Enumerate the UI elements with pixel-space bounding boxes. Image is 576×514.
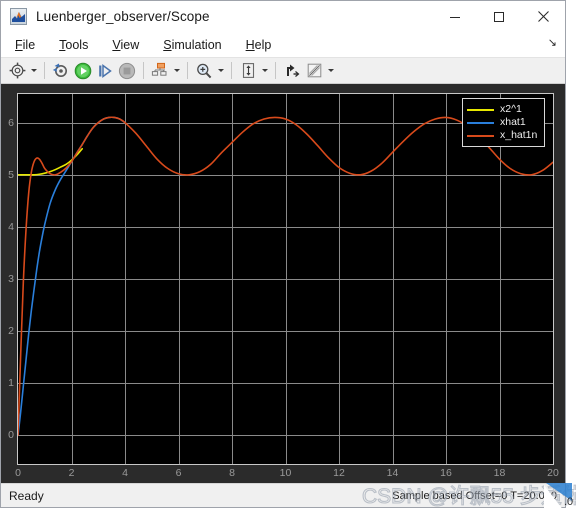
cursor-measurements-icon[interactable] xyxy=(281,60,303,82)
x-tick-label: 4 xyxy=(122,467,128,479)
autoscale-glyph xyxy=(242,63,254,78)
x-tick-label: 16 xyxy=(440,467,452,479)
menu-view[interactable]: View xyxy=(111,37,140,53)
series-paths xyxy=(18,116,553,437)
run-icon[interactable] xyxy=(72,60,94,82)
pencil-ruler-glyph xyxy=(307,63,321,78)
plot-area[interactable] xyxy=(17,93,554,465)
legend-label: xhat1 xyxy=(500,116,526,129)
zoom-caret-icon[interactable] xyxy=(215,60,226,82)
magnifier-plus-glyph xyxy=(197,63,212,78)
x-tick-label: 12 xyxy=(333,467,345,479)
x-tick-label: 2 xyxy=(68,467,75,479)
menu-bar: File Tools View Simulation Help ↘ xyxy=(1,32,565,57)
toolbar-separator-3 xyxy=(187,62,188,79)
y-tick-label: 3 xyxy=(8,273,14,285)
menu-help-rest: elp xyxy=(254,37,272,52)
maximize-button[interactable] xyxy=(477,1,521,32)
minimize-icon xyxy=(450,16,460,18)
window-title: Luenberger_observer/Scope xyxy=(36,9,210,24)
legend-row: xhat1 xyxy=(467,116,537,129)
play-glyph xyxy=(74,62,92,79)
menu-help-mnemonic: H xyxy=(245,37,255,52)
status-bar: Ready Sample based Offset=0 T=20.000 xyxy=(1,483,565,507)
menu-file[interactable]: File xyxy=(14,37,36,53)
x-tick-label: 18 xyxy=(493,467,506,479)
x-tick-label: 0 xyxy=(15,467,21,479)
menu-tools[interactable]: Tools xyxy=(58,37,89,53)
menu-overflow-arrow-icon[interactable]: ↘ xyxy=(548,38,557,49)
legend-swatch xyxy=(467,134,494,137)
scope-display[interactable]: 0123456 0 2 4 6 8 10 12 14 16 18 20 x2^1 xhat1 x_hat… xyxy=(1,84,565,483)
x-tick-label: 10 xyxy=(279,467,292,479)
series-line xyxy=(18,116,126,437)
menu-help[interactable]: Help xyxy=(245,37,273,53)
configuration-properties-icon[interactable] xyxy=(6,60,28,82)
status-info-text: Sample based Offset=0 T=20.000 xyxy=(392,489,557,502)
menu-view-rest: iew xyxy=(120,37,140,52)
y-tick-label: 4 xyxy=(8,220,14,233)
configuration-properties-caret-icon[interactable] xyxy=(28,60,39,82)
minimize-button[interactable] xyxy=(433,1,477,32)
autoscale-caret-icon[interactable] xyxy=(259,60,270,82)
x-tick-label: 14 xyxy=(386,467,399,479)
legend-label: x2^1 xyxy=(500,103,522,116)
gear-glyph xyxy=(9,62,25,79)
matlab-membrane-glyph xyxy=(12,12,25,22)
close-button[interactable] xyxy=(521,1,565,32)
toolbar-separator-2 xyxy=(143,62,144,79)
title-bar: Luenberger_observer/Scope xyxy=(1,1,565,32)
toolbar-separator-4 xyxy=(231,62,232,79)
step-forward-glyph xyxy=(99,63,112,78)
autoscale-icon[interactable] xyxy=(237,60,259,82)
menu-tools-rest: ools xyxy=(65,37,89,52)
zoom-in-icon[interactable] xyxy=(193,60,215,82)
update-diagram-icon[interactable] xyxy=(50,60,72,82)
maximize-icon xyxy=(494,11,504,22)
close-icon xyxy=(537,11,549,22)
window-controls xyxy=(433,1,565,32)
page-right-edge xyxy=(566,0,576,514)
menu-file-rest: ile xyxy=(22,37,36,52)
y-tick-label: 5 xyxy=(8,168,14,181)
toolbar xyxy=(1,57,565,84)
matlab-scope-icon xyxy=(10,8,27,25)
legend-swatch xyxy=(467,121,494,124)
legend-label: x_hat1n xyxy=(500,129,538,142)
legend-row: x2^1 xyxy=(467,103,537,116)
legend-row: x_hat1n xyxy=(467,129,537,142)
step-forward-icon[interactable] xyxy=(94,60,116,82)
plot-canvas xyxy=(18,94,553,464)
cursor-measurements-glyph xyxy=(286,64,299,77)
toolbar-separator-1 xyxy=(44,62,45,79)
stop-glyph xyxy=(118,62,136,79)
y-tick-label: 0 xyxy=(8,429,14,442)
status-ready-text: Ready xyxy=(9,488,44,503)
y-tick-label: 2 xyxy=(8,325,14,338)
signal-selection-glyph xyxy=(151,62,167,76)
toolbar-separator-5 xyxy=(275,62,276,79)
gridlines xyxy=(18,94,553,464)
signal-selection-icon[interactable] xyxy=(149,60,171,82)
annotations-caret-icon[interactable] xyxy=(325,60,336,82)
x-tick-label: 6 xyxy=(175,467,182,479)
annotations-icon[interactable] xyxy=(303,60,325,82)
scope-window: Luenberger_observer/Scope File Tools Vie… xyxy=(0,0,566,508)
signal-selection-caret-icon[interactable] xyxy=(171,60,182,82)
update-diagram-glyph xyxy=(52,63,67,77)
stop-icon[interactable] xyxy=(116,60,138,82)
legend[interactable]: x2^1 xhat1 x_hat1n xyxy=(462,98,546,147)
menu-file-mnemonic: F xyxy=(15,37,23,52)
y-tick-label: 6 xyxy=(8,116,14,129)
x-tick-label: 8 xyxy=(229,467,235,479)
menu-simulation-rest: imulation xyxy=(171,37,222,52)
x-tick-label: 20 xyxy=(547,467,559,479)
menu-simulation-mnemonic: S xyxy=(163,37,172,52)
legend-swatch xyxy=(467,108,494,111)
y-tick-label: 1 xyxy=(8,377,14,390)
menu-simulation[interactable]: Simulation xyxy=(162,37,222,53)
series-line xyxy=(18,116,553,437)
